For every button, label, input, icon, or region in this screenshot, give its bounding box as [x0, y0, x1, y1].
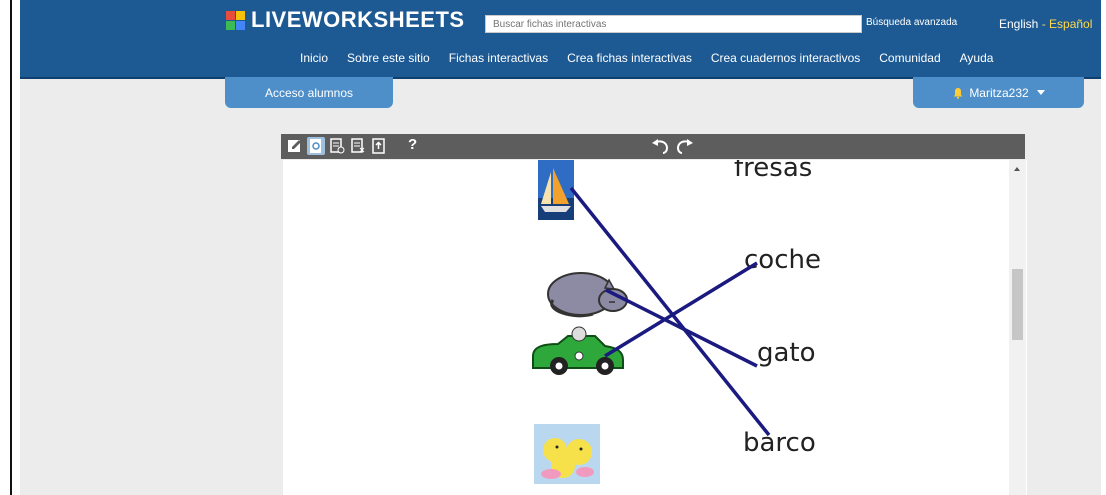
check-answers-icon[interactable] — [328, 137, 346, 155]
bell-icon — [953, 87, 963, 99]
lang-english-link[interactable]: English — [999, 17, 1038, 31]
sleeping-cat-image[interactable] — [547, 272, 628, 318]
nav-ayuda[interactable]: Ayuda — [960, 51, 994, 71]
word-barco: barco — [743, 428, 816, 458]
username: Maritza232 — [969, 85, 1029, 100]
search-box — [485, 15, 862, 33]
word-gato: gato — [757, 338, 816, 368]
logo-icon — [226, 10, 245, 30]
user-menu-button[interactable]: Maritza232 — [913, 77, 1084, 108]
nav-crea-fichas[interactable]: Crea fichas interactivas — [567, 51, 692, 71]
nav-sobre-este-sitio[interactable]: Sobre este sitio — [347, 51, 430, 71]
site-logo[interactable]: LIVEWORKSHEETS — [226, 7, 465, 32]
scrollbar[interactable] — [1009, 160, 1026, 495]
preview-icon[interactable] — [307, 137, 325, 155]
sailboat-image[interactable] — [538, 160, 574, 220]
screen: LIVEWORKSHEETS Búsqueda avanzada English… — [0, 0, 1106, 495]
scrollbar-thumb[interactable] — [1012, 269, 1023, 340]
main-nav: Inicio Sobre este sitio Fichas interacti… — [300, 51, 1012, 71]
undo-icon[interactable] — [650, 138, 670, 155]
logo-text: LIVEWORKSHEETS — [251, 7, 465, 32]
nav-inicio[interactable]: Inicio — [300, 51, 328, 71]
lang-espanol-link[interactable]: Español — [1049, 17, 1092, 31]
worksheet-images — [532, 160, 628, 484]
worksheet-canvas[interactable]: fresas coche gato barco — [283, 160, 1027, 495]
export-icon[interactable] — [370, 137, 388, 155]
site-header: LIVEWORKSHEETS Búsqueda avanzada English… — [20, 0, 1101, 79]
word-coche: coche — [744, 245, 821, 275]
search-input[interactable] — [491, 16, 835, 32]
language-switch: English - Español — [999, 17, 1092, 31]
nav-crea-cuadernos[interactable]: Crea cuadernos interactivos — [711, 51, 860, 71]
student-access-label: Acceso alumnos — [264, 85, 354, 100]
chevron-down-icon — [1036, 90, 1045, 95]
left-border — [10, 0, 12, 495]
edit-icon[interactable] — [286, 137, 304, 155]
redo-icon[interactable] — [675, 138, 695, 155]
search-icon[interactable] — [842, 16, 858, 32]
help-icon[interactable]: ? — [408, 136, 417, 153]
nav-comunidad[interactable]: Comunidad — [879, 51, 940, 71]
worksheet-toolbar: ? — [281, 134, 1025, 159]
chicks-image[interactable] — [534, 424, 600, 484]
word-fresas: fresas — [734, 160, 813, 183]
page: LIVEWORKSHEETS Búsqueda avanzada English… — [20, 0, 1101, 495]
student-access-button[interactable]: Acceso alumnos — [225, 77, 393, 108]
green-car-image[interactable] — [532, 326, 624, 375]
scroll-up-arrow[interactable] — [1014, 167, 1020, 171]
lang-separator: - — [1038, 17, 1050, 31]
advanced-search-link[interactable]: Búsqueda avanzada — [866, 17, 957, 28]
clear-answers-icon[interactable] — [349, 137, 367, 155]
nav-fichas-interactivas[interactable]: Fichas interactivas — [449, 51, 548, 71]
